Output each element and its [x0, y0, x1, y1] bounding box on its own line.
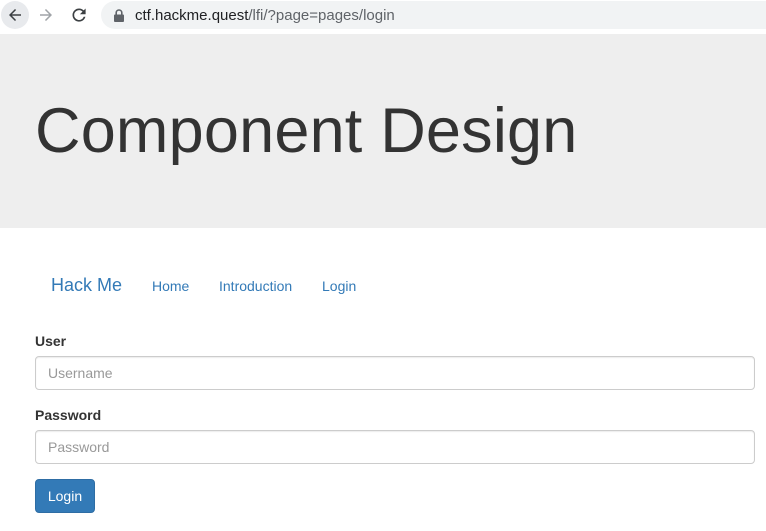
reload-button[interactable] [65, 1, 93, 29]
nav-item-login[interactable]: Login [322, 278, 356, 294]
reload-icon [72, 8, 86, 22]
page-title: Component Design [35, 96, 578, 166]
forward-arrow-icon [40, 9, 52, 21]
password-label: Password [35, 407, 102, 423]
nav-item-home[interactable]: Home [152, 278, 189, 294]
login-button[interactable]: Login [35, 479, 95, 513]
url-path: /lfi/?page=pages/login [248, 6, 395, 24]
nav-item-introduction[interactable]: Introduction [219, 278, 292, 294]
url-host: ctf.hackme.quest [135, 6, 249, 24]
back-arrow-icon [9, 9, 21, 21]
jumbotron-header: Component Design [0, 34, 766, 228]
forward-button[interactable] [32, 1, 60, 29]
username-input[interactable] [35, 356, 755, 390]
browser-toolbar: ctf.hackme.quest/lfi/?page=pages/login [0, 0, 766, 32]
password-input[interactable] [35, 430, 755, 464]
back-button[interactable] [1, 1, 29, 29]
address-bar[interactable]: ctf.hackme.quest/lfi/?page=pages/login [101, 1, 766, 29]
navbar-brand-link[interactable]: Hack Me [51, 275, 122, 296]
site-navbar: Hack Me Home Introduction Login [0, 268, 766, 304]
lock-icon [113, 8, 125, 22]
user-label: User [35, 333, 67, 349]
